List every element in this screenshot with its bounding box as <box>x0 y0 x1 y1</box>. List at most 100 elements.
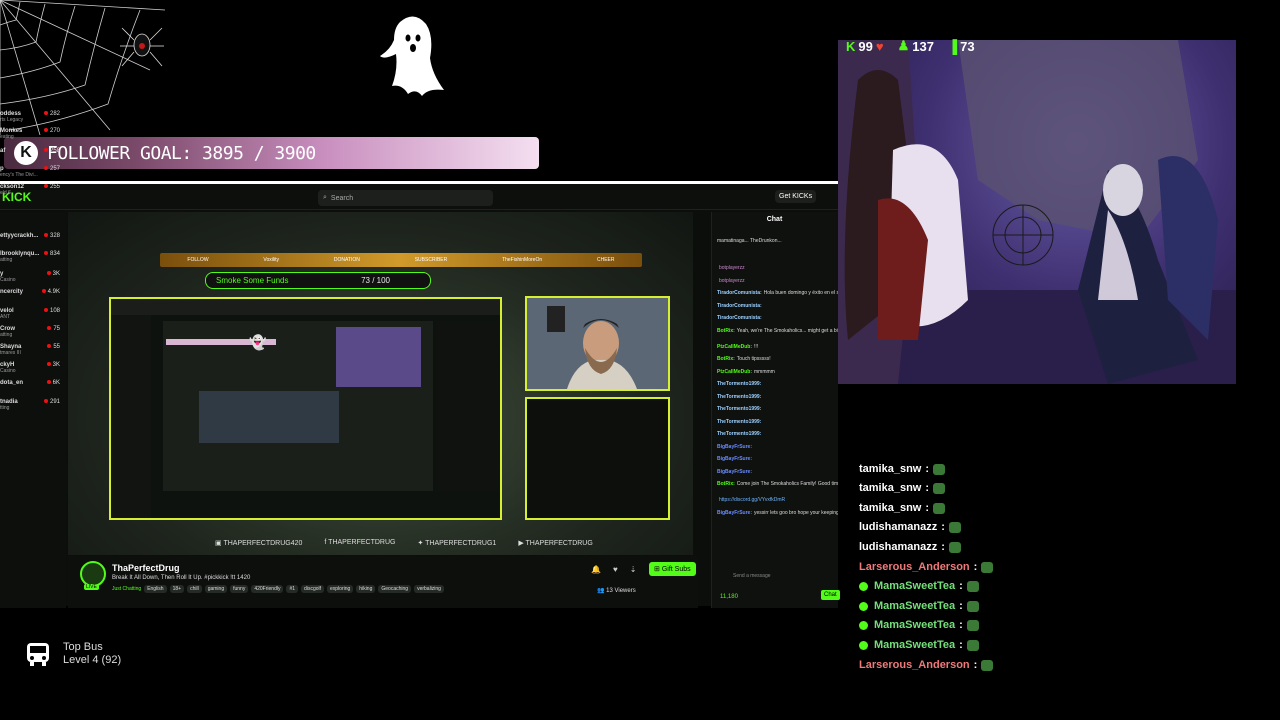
viewer-number: 4.9K <box>47 289 60 295</box>
chat-username[interactable]: PtzCallMeDub: <box>717 369 752 375</box>
bus-icon <box>27 643 49 666</box>
stream-tag[interactable]: funny <box>230 585 249 593</box>
social-icon: ✦ <box>417 540 426 547</box>
chat-message: BigBayFrSure: <box>717 444 838 450</box>
person-icon: ♟ <box>897 38 910 53</box>
stream-tag[interactable]: discgolf <box>301 585 324 593</box>
social-link[interactable]: ▶ THAPERFECTDRUG <box>518 539 592 547</box>
viewers-icon: 👥 <box>597 588 607 594</box>
stream-tag[interactable]: exploring <box>327 585 354 593</box>
overlay-chat-username: MamaSweetTea <box>874 619 956 631</box>
verified-badge-icon <box>859 581 868 591</box>
sidebar-channel-viewers: 6K <box>46 380 60 386</box>
overlay-chat-username: MamaSweetTea <box>874 580 956 592</box>
sidebar-channel-name: dota_en <box>0 380 24 386</box>
chat-username[interactable]: TiradorComunista: <box>717 303 762 309</box>
stream-stats: K 99 ♥ ♟ 137 ▐ 73 <box>846 38 975 54</box>
chat-send-button[interactable]: Chat <box>821 590 840 600</box>
chat-text: https://discord.gg/VYvxfkDmR <box>719 497 786 503</box>
separator: : <box>973 659 978 671</box>
chat-text: mmmmm <box>754 368 775 375</box>
sidebar-channel[interactable]: af 258 <box>0 148 64 154</box>
chat-username[interactable]: BotRix: <box>717 328 735 334</box>
top-bus-level: Level 4 <box>63 654 99 666</box>
sidebar-channel[interactable]: y 3K Casino <box>0 271 64 283</box>
stream-tag[interactable]: verbalizing <box>414 585 444 593</box>
chat-username[interactable]: TiradorComunista: <box>717 290 762 296</box>
sidebar-channel[interactable]: ckson12 255 eld 6 <box>0 184 64 196</box>
chat-message: TheTormento1999: <box>717 394 838 400</box>
sidebar-channel[interactable]: p 257 ency's The Divi... <box>0 166 64 178</box>
social-link[interactable]: ▣ THAPERFECTDRUG420 <box>215 539 302 547</box>
heart-icon[interactable]: ♥ <box>613 565 618 574</box>
stream-tag[interactable]: hiking <box>356 585 376 593</box>
chat-message: TiradorComunista: <box>717 315 838 321</box>
pin-icon[interactable]: ⇣ <box>630 565 637 574</box>
sidebar-channel[interactable]: Crow 75 atting <box>0 326 64 338</box>
chat-input[interactable]: Send a message <box>733 573 837 583</box>
chat-username[interactable]: TheTormento1999: <box>717 406 761 412</box>
stream-category[interactable]: Just Chatting <box>112 585 141 593</box>
viewer-number: 55 <box>53 344 60 350</box>
sidebar-channel-category: Casino <box>0 277 16 283</box>
channel-name[interactable]: ThaPerfectDrug <box>112 563 180 573</box>
stream-tag[interactable]: 18+ <box>169 585 185 593</box>
verified-badge-icon <box>859 601 868 611</box>
chat-message: TiradorComunista: <box>717 303 838 309</box>
viewer-number: 255 <box>49 184 60 190</box>
chat-username[interactable]: PtzCallMeDub: <box>717 344 752 350</box>
chat-username[interactable]: BigBayFrSure: <box>717 456 752 462</box>
sidebar-channel[interactable]: ettyycrackh... 328 <box>0 233 64 239</box>
emote-icon <box>933 502 946 514</box>
pinned-gift: mamatinaga... TheDrunkon... <box>717 238 782 244</box>
stream-tag[interactable]: chill <box>187 585 202 593</box>
chat-message: BigBayFrSure: <box>717 456 838 462</box>
social-handle: THAPERFECTDRUG420 <box>223 540 303 547</box>
verified-badge-icon <box>859 640 868 650</box>
bell-icon[interactable]: 🔔 <box>591 565 601 574</box>
search-input[interactable]: ⌕ Search <box>318 190 493 206</box>
chat-username[interactable]: TheTormento1999: <box>717 419 761 425</box>
sidebar-channel[interactable]: Shayna 55 tmares III <box>0 344 64 356</box>
chat-username[interactable]: BigBayFrSure: <box>717 444 752 450</box>
social-link[interactable]: ✦ THAPERFECTDRUG1 <box>417 539 496 547</box>
sidebar-channel[interactable]: oddess 282 rts Legacy <box>0 111 64 123</box>
emote-icon <box>948 541 961 553</box>
sidebar-channel[interactable]: ncercity 4.9K <box>0 289 64 295</box>
live-dot-icon <box>46 362 51 366</box>
sidebar-channel[interactable]: tnadia 291 tting <box>0 399 64 411</box>
svg-text:👻: 👻 <box>249 333 267 351</box>
sidebar-channel[interactable]: ckyH 3K Casino <box>0 362 64 374</box>
separator: : <box>959 619 963 631</box>
sidebar-channel[interactable]: lbrooklynqu... 834 atting <box>0 251 64 263</box>
overlay-chat-message: Larserous_Anderson: <box>859 659 994 671</box>
stream-tag[interactable]: gaming <box>204 585 228 593</box>
chat-username[interactable]: BigBayFrSure: <box>717 510 752 516</box>
stream-tag[interactable]: Geocaching <box>378 585 412 593</box>
sidebar-channel[interactable]: dota_en 6K <box>0 380 64 386</box>
sidebar-channel[interactable]: velol 108 ANT <box>0 308 64 320</box>
sidebar-channel-name: ettyycrackh... <box>0 233 39 239</box>
chat-username[interactable]: TiradorComunista: <box>717 315 762 321</box>
chat-header: Chat <box>766 216 783 223</box>
social-link[interactable]: f THAPERFECTDRUG <box>324 539 395 547</box>
chat-username[interactable]: TheTormento1999: <box>717 381 761 387</box>
verified-badge-icon <box>859 620 868 630</box>
chat-username[interactable]: TheTormento1999: <box>717 394 761 400</box>
chat-username[interactable]: BigBayFrSure: <box>717 469 752 475</box>
chat-username[interactable]: TheTormento1999: <box>717 431 761 437</box>
chat-username[interactable]: BotRix: <box>717 481 735 487</box>
get-kicks-button[interactable]: Get KICKs <box>775 190 817 203</box>
captured-screen: KICK ⌕ Search Get KICKs FOLLOW Voxility DO… <box>0 111 840 608</box>
live-dot-icon <box>43 128 48 132</box>
overlay-chat-message: Larserous_Anderson: <box>859 561 994 573</box>
sidebar-channel-category: ency's The Divi... <box>0 172 38 178</box>
sidebar-channel[interactable]: Monkes 270 eating <box>0 128 64 140</box>
overlay-chat-username: tamika_snw <box>859 463 922 475</box>
stream-tag[interactable]: #1 <box>286 585 299 593</box>
chat-username[interactable]: BotRix: <box>717 356 735 362</box>
funds-goal: Smoke Some Funds 73 / 100 <box>205 272 431 289</box>
stream-tag[interactable]: English <box>144 585 167 593</box>
stream-tag[interactable]: 420Friendly <box>251 585 284 593</box>
gift-subs-button[interactable]: ⊞ Gift Subs <box>649 562 696 576</box>
